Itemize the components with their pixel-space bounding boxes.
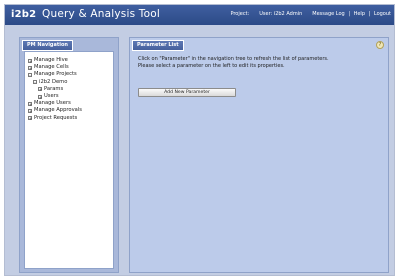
expand-toggle-icon[interactable]: + (28, 116, 32, 121)
tree-item-label: Project Requests (34, 114, 78, 121)
nav-links: Message Log | Help | Logout (312, 11, 391, 17)
expand-toggle-icon[interactable]: + (28, 109, 32, 114)
instruction-line-1: Click on "Parameter" in the navigation t… (138, 56, 329, 62)
tree-item-label: Manage Projects (34, 71, 77, 78)
expand-toggle-icon[interactable]: + (28, 58, 32, 63)
tree-item-project-requests[interactable]: + Project Requests (28, 115, 113, 122)
tree-item-users[interactable]: + Users (28, 93, 113, 100)
pm-navigation-panel: PM Navigation + Manage Hive + Manage Cel… (19, 37, 119, 273)
expand-toggle-icon[interactable]: + (38, 94, 42, 99)
top-bar: i2b2 Query & Analysis Tool Project: User… (5, 5, 394, 25)
tree-item-i2b2-demo[interactable]: - i2b2 Demo (28, 79, 113, 86)
help-icon[interactable]: ? (376, 41, 384, 49)
message-log-link[interactable]: Message Log (312, 11, 344, 17)
tree-item-label: Users (44, 93, 59, 100)
expand-toggle-icon[interactable]: + (28, 65, 32, 70)
project-link[interactable]: Project: (230, 11, 249, 17)
app-title: Query & Analysis Tool (42, 8, 160, 20)
pm-navigation-tab[interactable]: PM Navigation (22, 40, 73, 51)
tree-item-manage-hive[interactable]: + Manage Hive (28, 57, 113, 64)
add-new-parameter-button[interactable]: Add New Parameter (138, 88, 236, 97)
collapse-toggle-icon[interactable]: - (28, 73, 32, 78)
instruction-line-2: Please select a parameter on the left to… (138, 63, 285, 69)
parameter-list-panel: Parameter List ? Click on "Parameter" in… (129, 37, 389, 273)
nav-separator: | (348, 11, 350, 17)
tree-item-manage-cells[interactable]: + Manage Cells (28, 64, 113, 71)
tree-item-manage-approvals[interactable]: + Manage Approvals (28, 107, 113, 114)
parameter-list-tab[interactable]: Parameter List (132, 40, 184, 51)
brand-logo: i2b2 (11, 9, 37, 20)
tree-item-manage-projects[interactable]: - Manage Projects (28, 71, 113, 78)
logout-link[interactable]: Logout (374, 11, 391, 17)
tree-item-params[interactable]: + Params (28, 86, 113, 93)
tree-item-manage-users[interactable]: + Manage Users (28, 100, 113, 107)
top-nav: Project: User: i2b2 Admin Message Log | … (220, 11, 391, 17)
nav-separator: | (368, 11, 371, 17)
navigation-tree: + Manage Hive + Manage Cells - Manage Pr… (24, 51, 114, 269)
tree-item-label: Manage Users (34, 100, 71, 107)
instructions-text: Click on "Parameter" in the navigation t… (138, 56, 378, 70)
collapse-toggle-icon[interactable]: - (33, 80, 37, 85)
tree-item-label: i2b2 Demo (39, 78, 68, 85)
tree-item-label: Manage Hive (34, 57, 68, 63)
tree-item-label: Params (44, 85, 64, 92)
help-link[interactable]: Help (354, 11, 365, 17)
tree-item-label: Manage Cells (34, 64, 69, 71)
user-link[interactable]: User: i2b2 Admin (259, 11, 302, 17)
app-header: i2b2 Query & Analysis Tool (11, 8, 160, 20)
expand-toggle-icon[interactable]: + (28, 101, 32, 106)
tree-item-label: Manage Approvals (34, 107, 82, 114)
app-window: i2b2 Query & Analysis Tool Project: User… (4, 4, 395, 276)
expand-toggle-icon[interactable]: + (38, 87, 42, 92)
